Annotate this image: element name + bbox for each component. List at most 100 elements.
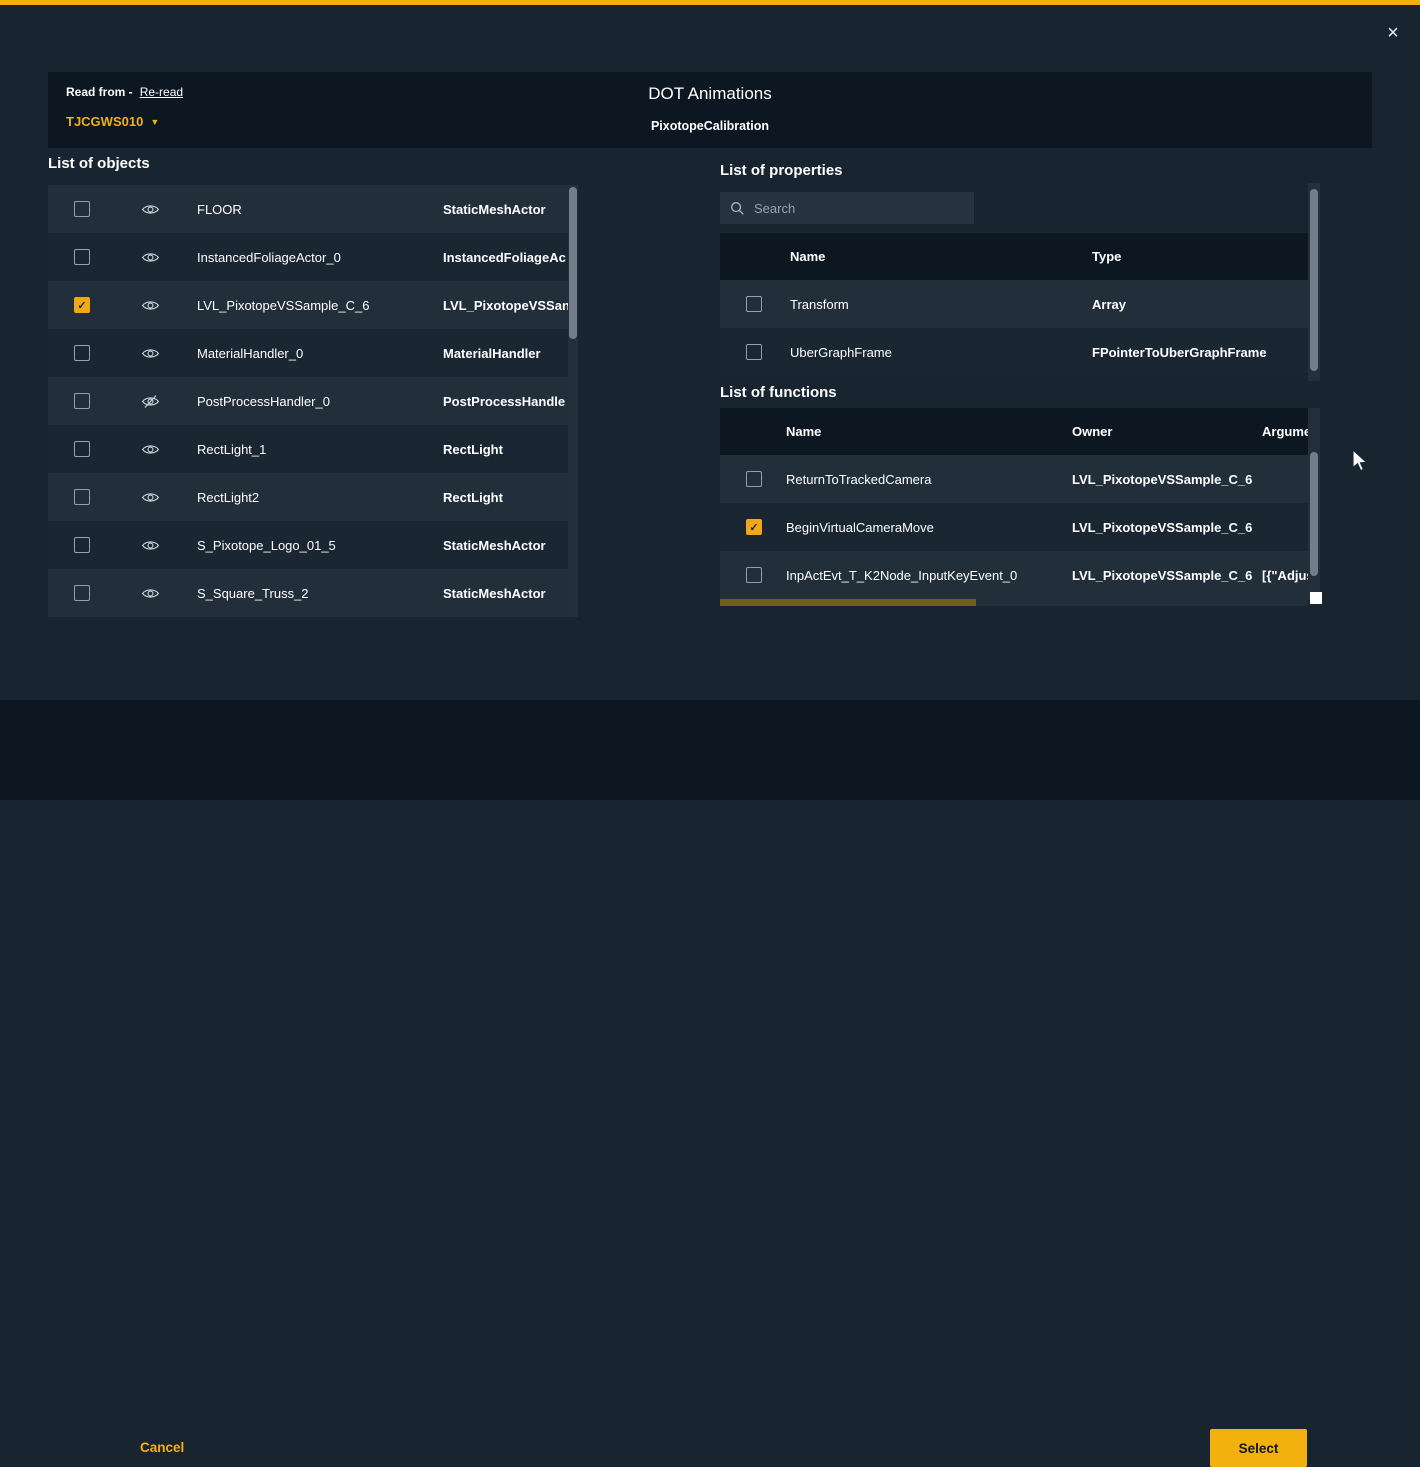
row-checkbox[interactable] xyxy=(74,297,90,313)
row-checkbox[interactable] xyxy=(74,249,90,265)
property-name: UberGraphFrame xyxy=(790,345,1092,360)
properties-table: Name Type TransformArrayUberGraphFrameFP… xyxy=(720,233,1308,376)
column-header-arguments: Argume xyxy=(1262,424,1308,439)
row-checkbox[interactable] xyxy=(746,567,762,583)
visibility-eye-icon[interactable] xyxy=(141,489,161,506)
visibility-eye-icon[interactable] xyxy=(141,249,161,266)
function-owner: LVL_PixotopeVSSample_C_6 xyxy=(1072,520,1262,535)
object-type: PostProcessHandle xyxy=(443,394,568,409)
object-name: S_Pixotope_Logo_01_5 xyxy=(197,538,443,553)
properties-table-header: Name Type xyxy=(720,233,1308,280)
object-name: MaterialHandler_0 xyxy=(197,346,443,361)
row-checkbox[interactable] xyxy=(74,537,90,553)
functions-scrollbar[interactable] xyxy=(1308,408,1320,600)
column-header-name: Name xyxy=(786,424,1072,439)
object-type: StaticMeshActor xyxy=(443,586,568,601)
row-checkbox[interactable] xyxy=(746,471,762,487)
objects-table: FLOORStaticMeshActorInstancedFoliageActo… xyxy=(48,185,578,617)
function-row[interactable]: InpActEvt_T_K2Node_InputKeyEvent_0LVL_Pi… xyxy=(720,551,1308,599)
objects-scrollbar[interactable] xyxy=(568,185,578,617)
row-checkbox[interactable] xyxy=(746,344,762,360)
objects-scrollbar-thumb[interactable] xyxy=(569,187,577,339)
functions-scrollbar-thumb[interactable] xyxy=(1310,452,1318,576)
search-icon xyxy=(730,201,745,216)
column-header-owner: Owner xyxy=(1072,424,1262,439)
function-owner: LVL_PixotopeVSSample_C_6 xyxy=(1072,472,1262,487)
close-icon[interactable]: × xyxy=(1380,20,1406,46)
object-name: LVL_PixotopeVSSample_C_6 xyxy=(197,298,443,313)
object-row[interactable]: RectLight_1RectLight xyxy=(48,425,568,473)
column-header-name: Name xyxy=(790,249,1092,264)
select-button[interactable]: Select xyxy=(1210,1429,1307,1467)
object-name: RectLight_1 xyxy=(197,442,443,457)
row-checkbox[interactable] xyxy=(74,441,90,457)
property-type: FPointerToUberGraphFrame xyxy=(1092,345,1308,360)
row-checkbox[interactable] xyxy=(74,393,90,409)
object-type: LVL_PixotopeVSSan xyxy=(443,298,568,313)
object-row[interactable]: S_Square_Truss_2StaticMeshActor xyxy=(48,569,568,617)
object-name: InstancedFoliageActor_0 xyxy=(197,250,443,265)
visibility-eye-icon[interactable] xyxy=(141,537,161,554)
mouse-cursor xyxy=(1351,449,1370,473)
visibility-eye-icon[interactable] xyxy=(141,441,161,458)
top-accent-bar xyxy=(0,0,1420,5)
scrollbar-corner xyxy=(1310,592,1322,604)
page-subtitle: PixotopeCalibration xyxy=(48,119,1372,133)
properties-scrollbar[interactable] xyxy=(1308,183,1320,381)
function-row[interactable]: BeginVirtualCameraMoveLVL_PixotopeVSSamp… xyxy=(720,503,1308,551)
objects-panel-title: List of objects xyxy=(48,155,150,172)
object-type: MaterialHandler xyxy=(443,346,568,361)
property-row[interactable]: UberGraphFrameFPointerToUberGraphFrame xyxy=(720,328,1308,376)
row-checkbox[interactable] xyxy=(746,296,762,312)
row-checkbox[interactable] xyxy=(74,489,90,505)
dialog-header: Read from -Re-read TJCGWS010 ▼ DOT Anima… xyxy=(48,72,1372,148)
object-name: PostProcessHandler_0 xyxy=(197,394,443,409)
object-row[interactable]: LVL_PixotopeVSSample_C_6LVL_PixotopeVSSa… xyxy=(48,281,568,329)
row-checkbox[interactable] xyxy=(74,201,90,217)
cancel-button[interactable]: Cancel xyxy=(140,1440,184,1455)
search-box xyxy=(720,192,974,224)
object-row[interactable]: PostProcessHandler_0PostProcessHandle xyxy=(48,377,568,425)
dialog-screen: { "window": { "close_label": "×" }, "hea… xyxy=(0,0,1420,800)
object-row[interactable]: MaterialHandler_0MaterialHandler xyxy=(48,329,568,377)
functions-table-header: Name Owner Argume xyxy=(720,408,1308,455)
visibility-eye-icon[interactable] xyxy=(141,345,161,362)
properties-scrollbar-thumb[interactable] xyxy=(1310,189,1318,371)
object-row[interactable]: RectLight2RectLight xyxy=(48,473,568,521)
function-name: ReturnToTrackedCamera xyxy=(786,472,1072,487)
functions-hscrollbar[interactable] xyxy=(720,599,1308,606)
property-name: Transform xyxy=(790,297,1092,312)
object-type: RectLight xyxy=(443,490,568,505)
visibility-eye-icon[interactable] xyxy=(141,297,161,314)
column-header-type: Type xyxy=(1092,249,1121,264)
object-type: StaticMeshActor xyxy=(443,538,568,553)
object-name: RectLight2 xyxy=(197,490,443,505)
object-row[interactable]: S_Pixotope_Logo_01_5StaticMeshActor xyxy=(48,521,568,569)
function-name: InpActEvt_T_K2Node_InputKeyEvent_0 xyxy=(786,568,1072,583)
function-row[interactable]: ReturnToTrackedCameraLVL_PixotopeVSSampl… xyxy=(720,455,1308,503)
row-checkbox[interactable] xyxy=(74,585,90,601)
visibility-eye-off-icon[interactable] xyxy=(141,393,161,410)
object-name: FLOOR xyxy=(197,202,443,217)
object-row[interactable]: InstancedFoliageActor_0InstancedFoliageA… xyxy=(48,233,568,281)
visibility-eye-icon[interactable] xyxy=(141,201,161,218)
functions-hscrollbar-thumb[interactable] xyxy=(720,599,976,606)
property-type: Array xyxy=(1092,297,1308,312)
function-owner: LVL_PixotopeVSSample_C_6 xyxy=(1072,568,1262,583)
object-type: InstancedFoliageAc xyxy=(443,250,568,265)
function-arguments: [{"Adjus xyxy=(1262,568,1308,583)
visibility-eye-icon[interactable] xyxy=(141,585,161,602)
dialog-title-block: DOT Animations PixotopeCalibration xyxy=(48,84,1372,133)
functions-panel-title: List of functions xyxy=(720,384,837,401)
row-checkbox[interactable] xyxy=(746,519,762,535)
property-row[interactable]: TransformArray xyxy=(720,280,1308,328)
functions-table: Name Owner Argume ReturnToTrackedCameraL… xyxy=(720,408,1308,599)
object-type: RectLight xyxy=(443,442,568,457)
row-checkbox[interactable] xyxy=(74,345,90,361)
search-input[interactable] xyxy=(754,201,964,216)
object-row[interactable]: FLOORStaticMeshActor xyxy=(48,185,568,233)
dialog-footer: Cancel Select xyxy=(0,700,1420,800)
function-name: BeginVirtualCameraMove xyxy=(786,520,1072,535)
properties-panel-title: List of properties xyxy=(720,162,843,179)
object-name: S_Square_Truss_2 xyxy=(197,586,443,601)
